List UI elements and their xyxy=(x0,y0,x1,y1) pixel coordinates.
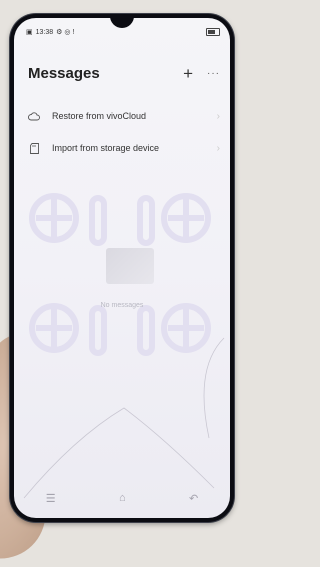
more-options-button[interactable]: ··· xyxy=(207,68,220,79)
back-nav-icon[interactable]: ↶ xyxy=(189,492,198,505)
screen: ▣ 13:38 ⚙ ◎ ! Messages + ··· Restore fro… xyxy=(14,18,230,518)
battery-icon xyxy=(206,28,220,36)
restore-from-vivocloud-item[interactable]: Restore from vivoCloud › xyxy=(14,100,230,132)
import-from-storage-item[interactable]: Import from storage device › xyxy=(14,132,230,164)
status-right xyxy=(206,28,220,36)
menu-item-label: Import from storage device xyxy=(52,143,160,153)
home-nav-icon[interactable]: ⌂ xyxy=(119,492,126,504)
storage-icon xyxy=(28,142,40,154)
chevron-right-icon: › xyxy=(216,142,220,154)
chevron-right-icon: › xyxy=(216,110,220,122)
empty-illustration xyxy=(106,248,154,284)
status-indicators: ⚙ ◎ ! xyxy=(56,29,75,36)
empty-state-text: No messages xyxy=(100,302,144,309)
status-time: 13:38 xyxy=(35,28,54,36)
navigation-bar: ☰ ⌂ ↶ xyxy=(14,490,230,506)
sim-icon: ▣ xyxy=(26,29,33,36)
add-button[interactable]: + xyxy=(183,65,193,82)
header: Messages + ··· xyxy=(14,60,230,86)
menu-item-label: Restore from vivoCloud xyxy=(52,111,147,121)
menu-nav-icon[interactable]: ☰ xyxy=(46,492,56,505)
page-title: Messages xyxy=(28,64,100,82)
cloud-icon xyxy=(28,110,40,122)
header-actions: + ··· xyxy=(183,65,220,82)
phone-frame: ▣ 13:38 ⚙ ◎ ! Messages + ··· Restore fro… xyxy=(10,14,234,522)
options-list: Restore from vivoCloud › Import from sto… xyxy=(14,100,230,164)
status-bar: ▣ 13:38 ⚙ ◎ ! xyxy=(26,26,220,38)
